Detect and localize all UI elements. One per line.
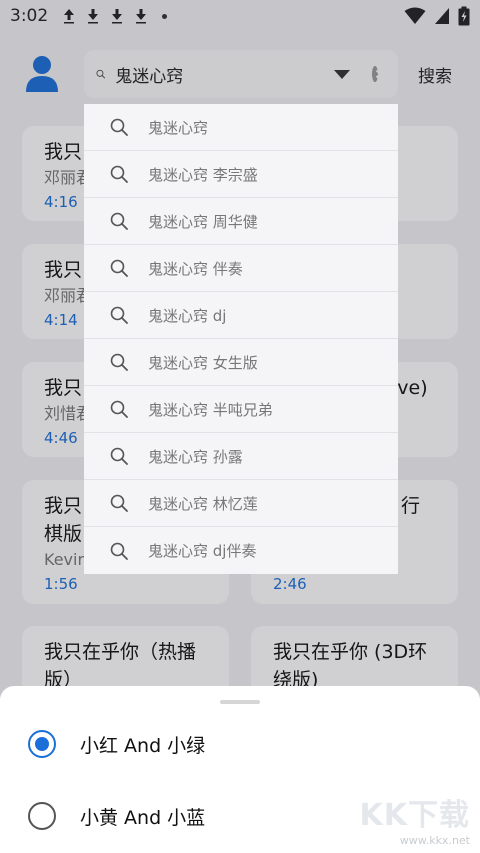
watermark-url: www.kkx.net bbox=[399, 834, 470, 847]
suggestion-text: 鬼迷心窍 半吨兄弟 bbox=[148, 400, 273, 419]
search-icon bbox=[110, 212, 128, 230]
search-icon bbox=[110, 353, 128, 371]
suggestion-item[interactable]: 鬼迷心窍 林忆莲 bbox=[84, 480, 398, 527]
suggestion-item[interactable]: 鬼迷心窍 孙露 bbox=[84, 433, 398, 480]
suggestion-text: 鬼迷心窍 孙露 bbox=[148, 447, 243, 466]
suggestion-item[interactable]: 鬼迷心窍 dj伴奏 bbox=[84, 527, 398, 574]
suggestion-item[interactable]: 鬼迷心窍 女生版 bbox=[84, 339, 398, 386]
search-icon bbox=[110, 494, 128, 512]
suggestion-item[interactable]: 鬼迷心窍 周华健 bbox=[84, 198, 398, 245]
suggestion-text: 鬼迷心窍 伴奏 bbox=[148, 259, 243, 278]
search-icon bbox=[110, 542, 128, 560]
option-label: 小黄 And 小蓝 bbox=[80, 806, 206, 829]
option-yellow-blue[interactable]: 小黄 And 小蓝 bbox=[28, 802, 205, 830]
suggestion-item[interactable]: 鬼迷心窍 李宗盛 bbox=[84, 151, 398, 198]
suggestion-text: 鬼迷心窍 dj bbox=[148, 306, 227, 325]
suggestion-text: 鬼迷心窍 dj伴奏 bbox=[148, 542, 257, 560]
watermark-logo: KK下载 bbox=[359, 798, 470, 833]
suggestion-item[interactable]: 鬼迷心窍 dj bbox=[84, 292, 398, 339]
bottom-sheet: 小红 And 小绿 小黄 And 小蓝 KK下载 www.kkx.net bbox=[0, 686, 480, 853]
search-icon bbox=[110, 400, 128, 418]
suggestion-item[interactable]: 鬼迷心窍 半吨兄弟 bbox=[84, 386, 398, 433]
suggestion-text: 鬼迷心窍 bbox=[148, 118, 209, 137]
search-icon bbox=[110, 306, 128, 324]
radio-unselected-icon[interactable] bbox=[28, 802, 56, 830]
search-icon bbox=[110, 165, 128, 183]
search-icon bbox=[110, 118, 128, 136]
suggestion-text: 鬼迷心窍 林忆莲 bbox=[148, 494, 258, 513]
suggestion-item[interactable]: 鬼迷心窍 bbox=[84, 104, 398, 151]
search-icon bbox=[110, 259, 128, 277]
suggestion-text: 鬼迷心窍 周华健 bbox=[148, 212, 258, 231]
suggestion-item[interactable]: 鬼迷心窍 伴奏 bbox=[84, 245, 398, 292]
drag-handle[interactable] bbox=[220, 700, 260, 704]
option-red-green[interactable]: 小红 And 小绿 bbox=[28, 730, 205, 758]
search-suggestions: 鬼迷心窍 鬼迷心窍 李宗盛 鬼迷心窍 周华健 鬼迷心窍 伴奏 鬼迷心窍 dj 鬼… bbox=[84, 104, 398, 574]
search-icon bbox=[110, 447, 128, 465]
option-label: 小红 And 小绿 bbox=[80, 734, 206, 757]
watermark: KK下载 www.kkx.net bbox=[360, 790, 471, 847]
suggestion-text: 鬼迷心窍 李宗盛 bbox=[148, 165, 258, 184]
radio-selected-icon[interactable] bbox=[28, 730, 56, 758]
suggestion-text: 鬼迷心窍 女生版 bbox=[148, 353, 258, 372]
